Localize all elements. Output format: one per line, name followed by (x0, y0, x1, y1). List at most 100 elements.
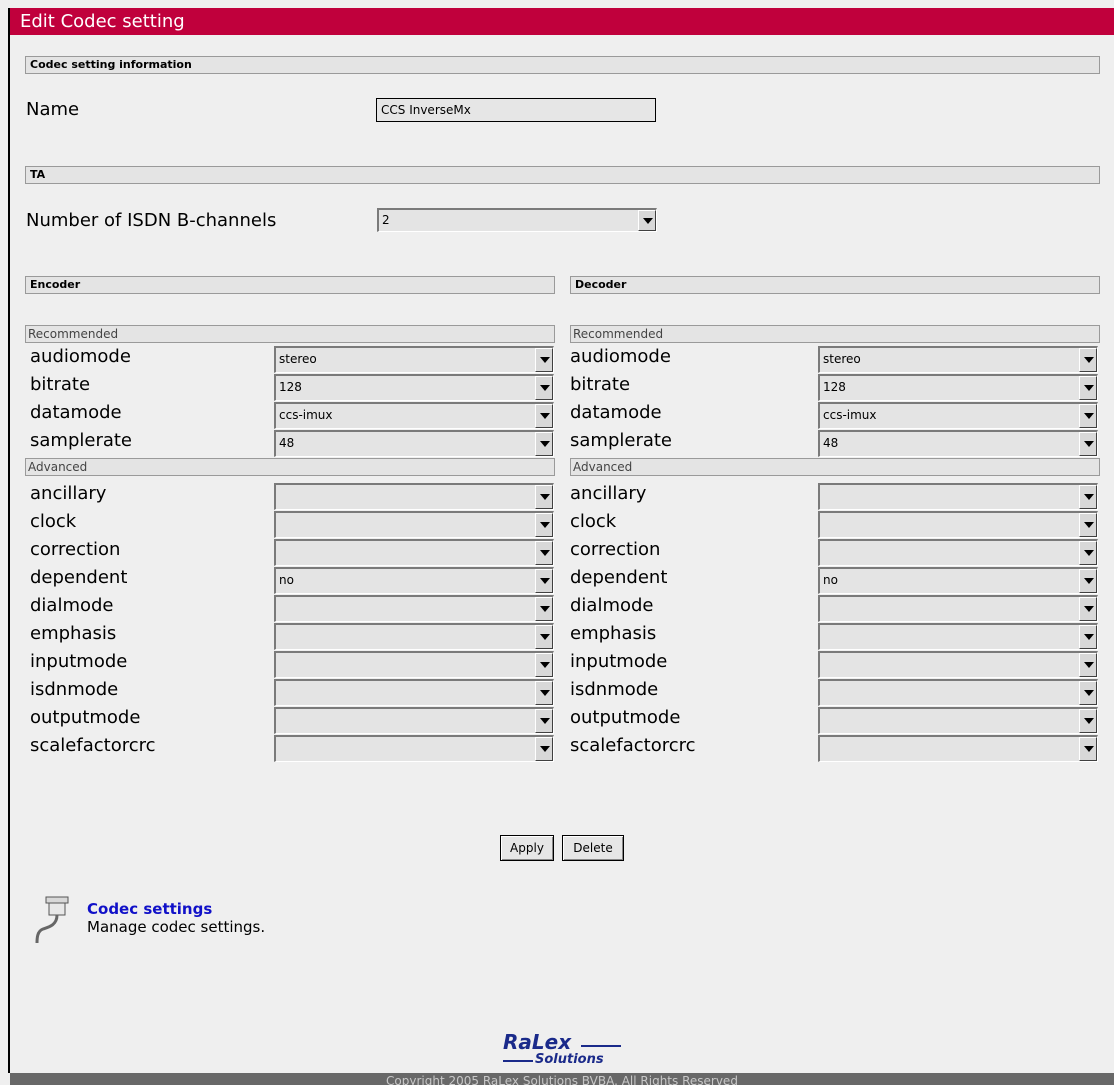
decoder-field-label: outputmode (570, 707, 681, 728)
decoder-datamode-value: ccs-imux (823, 408, 877, 422)
encoder-advanced-header: Advanced (25, 458, 555, 476)
encoder-dependent-value: no (279, 573, 294, 587)
encoder-correction-select[interactable] (274, 539, 554, 566)
decoder-field-label: correction (570, 539, 661, 560)
decoder-audiomode-select[interactable]: stereo (818, 346, 1098, 373)
chevron-down-icon[interactable] (1079, 709, 1097, 733)
codec-settings-link[interactable]: Codec settings (87, 900, 212, 918)
chevron-down-icon[interactable] (1079, 432, 1097, 456)
decoder-isdnmode-select[interactable] (818, 679, 1098, 706)
decoder-field-label: ancillary (570, 483, 647, 504)
encoder-field-label: audiomode (30, 346, 131, 367)
chevron-down-icon[interactable] (535, 625, 553, 649)
encoder-inputmode-select[interactable] (274, 651, 554, 678)
chevron-down-icon[interactable] (1079, 541, 1097, 565)
footer-copyright: Copyright 2005 RaLex Solutions BVBA. All… (10, 1073, 1114, 1085)
chevron-down-icon[interactable] (535, 432, 553, 456)
decoder-advanced-header: Advanced (570, 458, 1100, 476)
codec-settings-description: Manage codec settings. (87, 918, 266, 936)
chevron-down-icon[interactable] (1079, 737, 1097, 761)
encoder-audiomode-select[interactable]: stereo (274, 346, 554, 373)
delete-button[interactable]: Delete (562, 835, 624, 861)
decoder-datamode-select[interactable]: ccs-imux (818, 402, 1098, 429)
decoder-field-label: samplerate (570, 430, 673, 451)
chevron-down-icon[interactable] (1079, 348, 1097, 372)
decoder-outputmode-select[interactable] (818, 707, 1098, 734)
decoder-emphasis-select[interactable] (818, 623, 1098, 650)
logo-text-bottom: Solutions (535, 1052, 604, 1067)
section-header-decoder: Decoder (570, 276, 1100, 294)
chevron-down-icon[interactable] (535, 513, 553, 537)
decoder-dependent-select[interactable]: no (818, 567, 1098, 594)
decoder-field-label: dependent (570, 567, 668, 588)
encoder-datamode-select[interactable]: ccs-imux (274, 402, 554, 429)
chevron-down-icon[interactable] (535, 485, 553, 509)
decoder-clock-select[interactable] (818, 511, 1098, 538)
encoder-ancillary-select[interactable] (274, 483, 554, 510)
encoder-datamode-value: ccs-imux (279, 408, 333, 422)
decoder-field-label: dialmode (570, 595, 654, 616)
encoder-scalefactorcrc-select[interactable] (274, 735, 554, 762)
decoder-field-label: isdnmode (570, 679, 659, 700)
chevron-down-icon[interactable] (535, 681, 553, 705)
encoder-dialmode-select[interactable] (274, 595, 554, 622)
encoder-recommended-header: Recommended (25, 325, 555, 343)
encoder-field-label: emphasis (30, 623, 117, 644)
chevron-down-icon[interactable] (535, 376, 553, 400)
chevron-down-icon[interactable] (638, 210, 656, 231)
chevron-down-icon[interactable] (1079, 597, 1097, 621)
ralex-logo: RaLex Solutions (503, 1030, 623, 1070)
encoder-samplerate-select[interactable]: 48 (274, 430, 554, 457)
decoder-inputmode-select[interactable] (818, 651, 1098, 678)
encoder-field-label: scalefactorcrc (30, 735, 156, 756)
encoder-field-label: datamode (30, 402, 122, 423)
chevron-down-icon[interactable] (1079, 485, 1097, 509)
name-input[interactable]: CCS InverseMx (376, 98, 656, 122)
decoder-correction-select[interactable] (818, 539, 1098, 566)
chevron-down-icon[interactable] (535, 653, 553, 677)
left-border (8, 8, 10, 1073)
connector-cable-icon (35, 896, 69, 944)
encoder-bitrate-select[interactable]: 128 (274, 374, 554, 401)
chevron-down-icon[interactable] (1079, 681, 1097, 705)
chevron-down-icon[interactable] (535, 737, 553, 761)
encoder-audiomode-value: stereo (279, 352, 317, 366)
decoder-dialmode-select[interactable] (818, 595, 1098, 622)
chevron-down-icon[interactable] (1079, 625, 1097, 649)
encoder-clock-select[interactable] (274, 511, 554, 538)
encoder-field-label: dialmode (30, 595, 114, 616)
decoder-field-label: emphasis (570, 623, 657, 644)
decoder-ancillary-select[interactable] (818, 483, 1098, 510)
logo-text-top: RaLex (503, 1030, 572, 1054)
decoder-audiomode-value: stereo (823, 352, 861, 366)
chevron-down-icon[interactable] (535, 348, 553, 372)
decoder-samplerate-select[interactable]: 48 (818, 430, 1098, 457)
encoder-emphasis-select[interactable] (274, 623, 554, 650)
decoder-scalefactorcrc-select[interactable] (818, 735, 1098, 762)
encoder-field-label: correction (30, 539, 121, 560)
apply-button[interactable]: Apply (500, 835, 554, 861)
chevron-down-icon[interactable] (1079, 513, 1097, 537)
chevron-down-icon[interactable] (535, 569, 553, 593)
decoder-samplerate-value: 48 (823, 436, 839, 450)
chevron-down-icon[interactable] (1079, 404, 1097, 428)
chevron-down-icon[interactable] (1079, 569, 1097, 593)
encoder-bitrate-value: 128 (279, 380, 302, 394)
encoder-isdnmode-select[interactable] (274, 679, 554, 706)
chevron-down-icon[interactable] (1079, 653, 1097, 677)
chevron-down-icon[interactable] (535, 541, 553, 565)
encoder-outputmode-select[interactable] (274, 707, 554, 734)
encoder-field-label: clock (30, 511, 77, 532)
chevron-down-icon[interactable] (535, 597, 553, 621)
chevron-down-icon[interactable] (1079, 376, 1097, 400)
isdn-channels-value: 2 (382, 213, 390, 227)
encoder-dependent-select[interactable]: no (274, 567, 554, 594)
decoder-field-label: bitrate (570, 374, 631, 395)
encoder-field-label: bitrate (30, 374, 91, 395)
chevron-down-icon[interactable] (535, 709, 553, 733)
encoder-field-label: samplerate (30, 430, 133, 451)
isdn-channels-select[interactable]: 2 (377, 208, 657, 232)
chevron-down-icon[interactable] (535, 404, 553, 428)
decoder-field-label: datamode (570, 402, 662, 423)
decoder-bitrate-select[interactable]: 128 (818, 374, 1098, 401)
